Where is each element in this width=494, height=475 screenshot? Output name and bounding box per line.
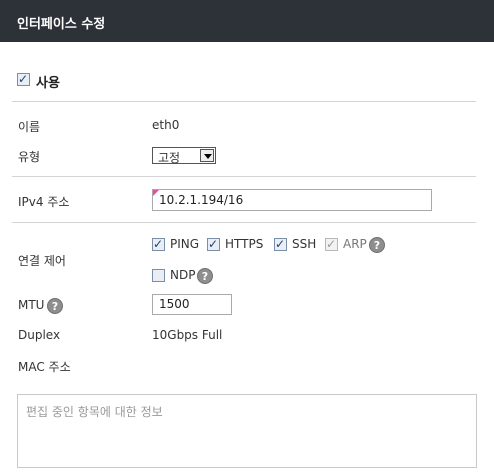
arp-help-icon[interactable]: ? — [369, 237, 385, 253]
https-checkbox[interactable] — [207, 236, 220, 252]
https-label: HTTPS — [225, 237, 264, 251]
ndp-label: NDP — [170, 268, 196, 282]
mac-label: MAC 주소 — [18, 360, 71, 374]
ipv4-value: 10.2.1.194/16 — [159, 193, 244, 207]
name-value: eth0 — [152, 118, 180, 132]
type-select-value: 고정 — [158, 151, 181, 165]
ping-label: PING — [170, 237, 200, 251]
modified-marker-icon — [153, 190, 159, 196]
duplex-value: 10Gbps Full — [152, 328, 223, 342]
mtu-value: 1500 — [159, 297, 190, 311]
arp-checkbox — [325, 236, 338, 252]
arp-label: ARP — [343, 237, 367, 251]
ndp-checkbox[interactable] — [152, 269, 165, 282]
info-box-placeholder: 편집 중인 항목에 대한 정보 — [26, 405, 163, 419]
chevron-down-icon[interactable] — [200, 149, 214, 162]
name-label: 이름 — [18, 120, 41, 134]
separator — [12, 101, 476, 102]
separator — [12, 176, 476, 177]
type-label: 유형 — [18, 150, 41, 164]
mtu-label: MTU — [18, 298, 45, 312]
mtu-help-icon[interactable]: ? — [47, 298, 63, 314]
enable-label: 사용 — [36, 76, 60, 91]
info-box: 편집 중인 항목에 대한 정보 — [17, 394, 477, 468]
connection-control-label: 연결 제어 — [18, 254, 66, 268]
separator — [12, 222, 476, 223]
ping-checkbox[interactable] — [152, 236, 165, 252]
ssh-checkbox[interactable] — [274, 236, 287, 252]
duplex-label: Duplex — [18, 328, 61, 342]
dialog-titlebar: 인터페이스 수정 — [0, 0, 494, 42]
ssh-label: SSH — [292, 237, 317, 251]
type-select[interactable]: 고정 — [152, 147, 216, 165]
ipv4-label: IPv4 주소 — [18, 195, 70, 209]
enable-checkbox[interactable] — [17, 71, 30, 87]
dialog-title: 인터페이스 수정 — [17, 17, 106, 32]
ipv4-input[interactable]: 10.2.1.194/16 — [152, 189, 432, 211]
ndp-help-icon[interactable]: ? — [197, 268, 213, 284]
mtu-input[interactable]: 1500 — [152, 294, 232, 315]
